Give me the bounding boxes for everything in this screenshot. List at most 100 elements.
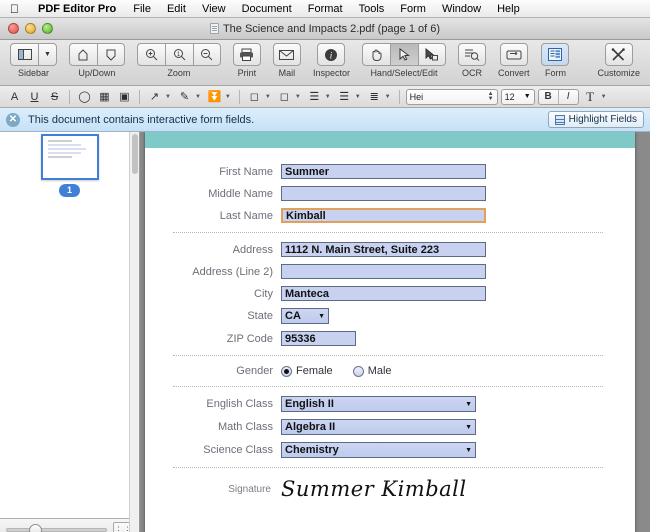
section-divider-4 (173, 467, 603, 468)
menu-item-help[interactable]: Help (489, 3, 528, 15)
fill-color-icon[interactable]: ◻ (246, 89, 263, 105)
form-icon[interactable] (541, 43, 570, 66)
stamp-icon[interactable]: ▣ (116, 89, 133, 105)
hand-icon[interactable] (361, 43, 390, 66)
line-width-icon[interactable]: ☰ (306, 89, 323, 105)
align-dropdown-icon[interactable]: ▼ (355, 94, 361, 100)
field-middle-name[interactable] (281, 186, 486, 201)
radio-label-male[interactable]: Male (368, 365, 392, 377)
menu-item-file[interactable]: File (125, 3, 159, 15)
form-row-zip-code: ZIP Code 95336 (159, 331, 611, 346)
form-row-english-class: English Class English II ▼ (159, 396, 611, 412)
radio-female[interactable] (281, 365, 292, 377)
page-down-icon[interactable] (96, 43, 125, 66)
envelope-icon[interactable] (272, 43, 301, 66)
thumbnail-zoom-slider-knob[interactable] (28, 524, 42, 532)
form-row-address-line-2: Address (Line 2) (159, 264, 611, 279)
chevron-down-icon[interactable]: ▼ (38, 43, 57, 66)
toolbar-group-ocr: OCR (457, 43, 486, 79)
sidebar-scrollbar[interactable] (129, 132, 139, 532)
customize-icon[interactable] (604, 43, 633, 66)
line-width-dropdown-icon[interactable]: ▼ (325, 94, 331, 100)
radio-label-female[interactable]: Female (296, 365, 333, 377)
form-row-last-name: Last Name Kimball (159, 208, 611, 223)
apple-menu-icon[interactable]:  (6, 3, 29, 15)
bold-button[interactable]: B (539, 91, 558, 102)
field-address-line-2[interactable] (281, 264, 486, 279)
document-viewport[interactable]: First Name Summer Middle Name Last Name … (140, 132, 650, 532)
font-size-select[interactable]: 12 ▼ (500, 88, 535, 105)
field-math-class-select[interactable]: Algebra II ▼ (281, 419, 476, 435)
menu-item-document[interactable]: Document (234, 3, 300, 15)
close-icon[interactable]: ✕ (6, 112, 20, 127)
page-thumbnail[interactable] (40, 134, 99, 180)
arrow-icon[interactable]: ↗ (146, 89, 163, 105)
text-style-button[interactable]: T (582, 89, 599, 105)
underline-icon[interactable]: U (26, 89, 43, 105)
zoom-out-icon[interactable] (192, 43, 221, 66)
spacing-dropdown-icon[interactable]: ▼ (385, 94, 391, 100)
highlight-fields-button[interactable]: Highlight Fields (547, 111, 644, 128)
radio-male[interactable] (352, 365, 364, 377)
page-number-badge: 1 (58, 184, 80, 197)
strikethrough-icon[interactable]: S (46, 89, 63, 105)
printer-icon[interactable] (232, 43, 261, 66)
stroke-color-dropdown-icon[interactable]: ▼ (295, 94, 301, 100)
fill-color-dropdown-icon[interactable]: ▼ (265, 94, 271, 100)
spacing-icon[interactable]: ≣ (366, 89, 383, 105)
toolbar-label-form: Form (544, 68, 566, 78)
field-english-class-select[interactable]: English II ▼ (281, 396, 476, 412)
field-math-class-value: Algebra II (285, 421, 336, 433)
toolbar-group-updown: Up/Down (68, 43, 125, 79)
thumbnail-item-1[interactable]: 1 (0, 134, 139, 197)
form-row-middle-name: Middle Name (159, 186, 611, 201)
field-science-class-select[interactable]: Chemistry ▼ (281, 442, 476, 458)
field-state-value: CA (285, 310, 301, 322)
arrow-dropdown-icon[interactable]: ▼ (165, 94, 171, 100)
arrow-select-icon[interactable] (389, 43, 418, 66)
menu-item-view[interactable]: View (194, 3, 234, 15)
textbox-icon[interactable]: ▦ (96, 89, 113, 105)
note-icon[interactable]: ◯ (76, 89, 93, 105)
menu-item-tools[interactable]: Tools (351, 3, 393, 15)
pen-dropdown-icon[interactable]: ▼ (195, 94, 201, 100)
window-title: The Science and Impacts 2.pdf (page 1 of… (0, 23, 650, 35)
font-family-select[interactable]: Hei ▲ ▼ (405, 88, 498, 105)
menu-item-form[interactable]: Form (392, 3, 434, 15)
convert-icon[interactable] (499, 43, 528, 66)
field-address[interactable]: 1112 N. Main Street, Suite 223 (281, 242, 486, 257)
info-icon[interactable]: i (317, 43, 346, 66)
actual-size-icon[interactable]: 1 (164, 43, 193, 66)
content-area: 1 ⋮⋮ First Name Summer Middle Name Last … (0, 132, 650, 532)
field-zip-code[interactable]: 95336 (281, 331, 356, 346)
menu-item-edit[interactable]: Edit (159, 3, 194, 15)
thumbnail-zoom-slider[interactable] (6, 524, 107, 532)
italic-button[interactable]: I (559, 91, 578, 102)
ocr-icon[interactable] (457, 43, 486, 66)
field-first-name[interactable]: Summer (281, 164, 486, 179)
highlight-dropdown-icon[interactable]: ▼ (225, 94, 231, 100)
menu-item-format[interactable]: Format (300, 3, 351, 15)
edit-object-icon[interactable] (417, 43, 446, 66)
field-last-name[interactable]: Kimball (281, 208, 486, 223)
field-state-select[interactable]: CA ▼ (281, 308, 329, 324)
sidebar-panel-icon[interactable] (10, 43, 38, 66)
chevron-down-icon: ▼ (465, 446, 472, 454)
zoom-in-icon[interactable] (136, 43, 165, 66)
text-style-dropdown-icon[interactable]: ▼ (601, 94, 607, 100)
label-first-name: First Name (219, 165, 273, 178)
field-city[interactable]: Manteca (281, 286, 486, 301)
field-signature[interactable]: Summer Kimball (281, 477, 467, 501)
page-up-icon[interactable] (68, 43, 97, 66)
highlight-icon[interactable]: ⏬ (206, 89, 223, 105)
menu-app-name[interactable]: PDF Editor Pro (29, 3, 125, 15)
text-tool-icon[interactable]: A (6, 89, 23, 105)
align-icon[interactable]: ☰ (336, 89, 353, 105)
font-size-chevron-down-icon[interactable]: ▼ (524, 93, 531, 100)
pen-icon[interactable]: ✎ (176, 89, 193, 105)
stroke-color-icon[interactable]: ◻ (276, 89, 293, 105)
label-english-class: English Class (206, 398, 273, 410)
menu-item-window[interactable]: Window (434, 3, 489, 15)
font-family-stepper-icon[interactable]: ▲ ▼ (488, 91, 494, 102)
sidebar-scrollbar-thumb[interactable] (132, 134, 138, 174)
